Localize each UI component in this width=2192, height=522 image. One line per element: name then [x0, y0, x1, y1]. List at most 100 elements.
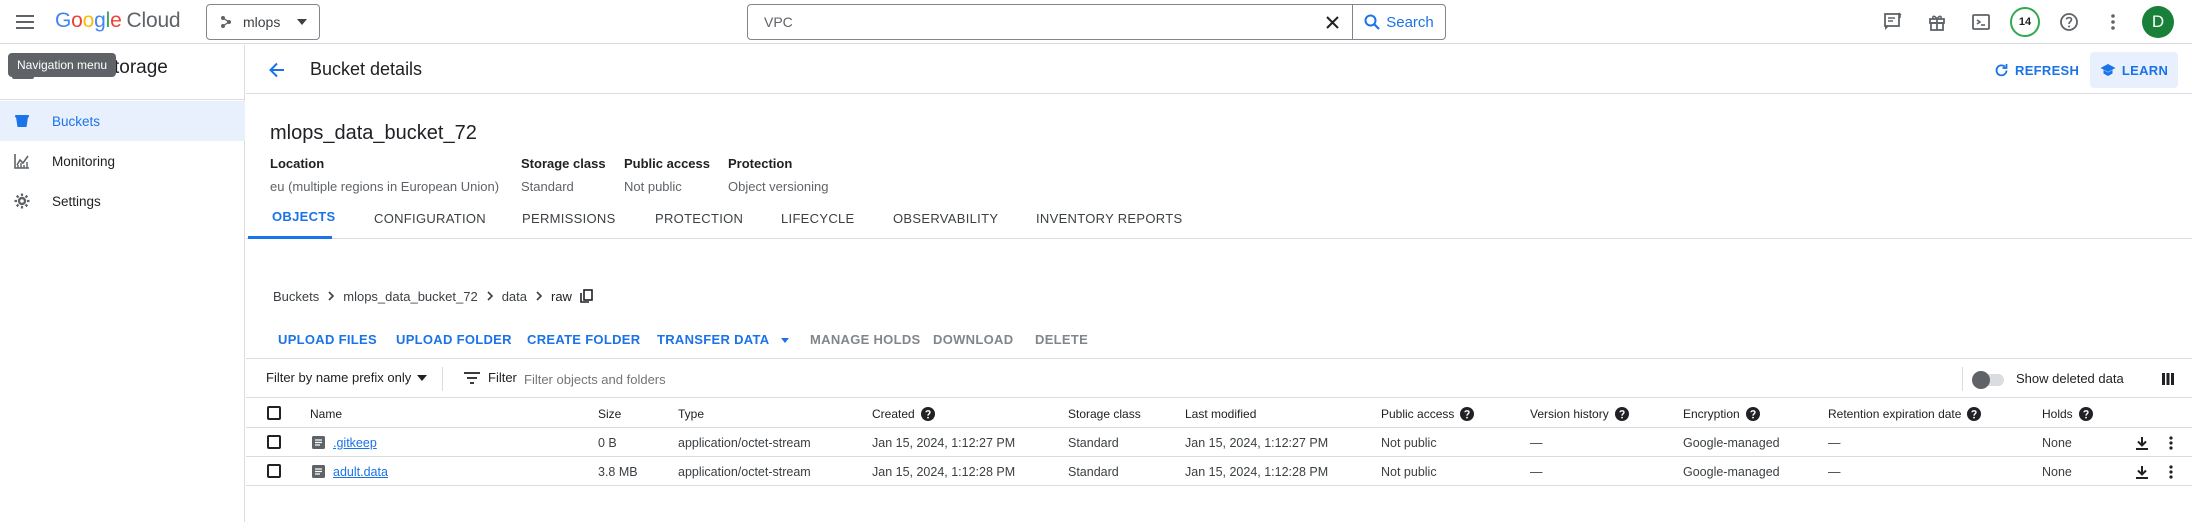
location-value: eu (multiple regions in European Union)	[270, 179, 500, 194]
help-icon[interactable]	[920, 406, 935, 421]
column-header-name[interactable]: Name	[310, 399, 342, 428]
back-arrow-icon[interactable]	[264, 57, 290, 83]
download-icon[interactable]	[2133, 434, 2151, 452]
tab-permissions[interactable]: PERMISSIONS	[522, 197, 616, 239]
more-vert-icon[interactable]	[2162, 434, 2180, 452]
cloud-shell-icon[interactable]	[1966, 7, 1996, 37]
breadcrumb-data[interactable]: data	[502, 289, 527, 304]
clear-search-icon[interactable]	[1312, 5, 1352, 39]
more-vert-icon[interactable]	[2098, 7, 2128, 37]
object-last-modified: Jan 15, 2024, 1:12:28 PM	[1185, 464, 1329, 479]
table-header: Name Size Type Created Storage class Las…	[246, 399, 2192, 428]
gift-icon[interactable]	[1922, 7, 1952, 37]
select-all-checkbox[interactable]	[267, 406, 281, 420]
column-header-holds[interactable]: Holds	[2042, 399, 2093, 428]
feedback-icon[interactable]	[1878, 7, 1908, 37]
search-input[interactable]	[748, 5, 1312, 39]
download-button[interactable]: DOWNLOAD	[933, 332, 1013, 347]
hamburger-menu-icon[interactable]	[12, 9, 38, 35]
show-deleted-toggle[interactable]	[1972, 371, 2006, 389]
logo-letter: o	[82, 9, 95, 32]
object-public-access: Not public	[1381, 435, 1437, 450]
protection-label: Protection	[728, 156, 793, 171]
tab-observability[interactable]: OBSERVABILITY	[893, 197, 998, 239]
prefix-filter-select[interactable]: Filter by name prefix only	[266, 370, 428, 385]
column-header-encryption[interactable]: Encryption	[1683, 399, 1760, 428]
chevron-down-icon	[780, 338, 789, 344]
row-checkbox[interactable]	[267, 464, 281, 478]
divider	[1962, 367, 1963, 391]
navigation-menu-tooltip: Navigation menu	[8, 53, 117, 77]
tab-objects[interactable]: OBJECTS	[248, 197, 335, 239]
column-header-type[interactable]: Type	[678, 399, 704, 428]
project-picker[interactable]: mlops	[206, 4, 320, 40]
avatar[interactable]: D	[2142, 6, 2174, 38]
logo-letter: o	[71, 9, 83, 32]
column-header-size[interactable]: Size	[598, 399, 621, 428]
more-vert-icon[interactable]	[2162, 463, 2180, 481]
sidebar-item-settings[interactable]: Settings	[0, 181, 245, 221]
object-name-link[interactable]: .gitkeep	[333, 428, 377, 457]
tab-protection[interactable]: PROTECTION	[655, 197, 743, 239]
help-icon[interactable]	[1614, 406, 1629, 421]
upload-folder-button[interactable]: UPLOAD FOLDER	[396, 332, 512, 347]
learn-label: LEARN	[2121, 62, 2169, 78]
column-header-retention[interactable]: Retention expiration date	[1828, 399, 1982, 428]
breadcrumb-buckets[interactable]: Buckets	[273, 289, 319, 304]
chevron-right-icon	[486, 291, 494, 301]
object-size: 3.8 MB	[598, 464, 638, 479]
transfer-data-button[interactable]: TRANSFER DATA	[657, 332, 789, 347]
chevron-right-icon	[535, 291, 543, 301]
help-icon[interactable]	[1967, 406, 1982, 421]
divider	[442, 367, 443, 391]
logo-letter: G	[55, 9, 72, 32]
tab-configuration[interactable]: CONFIGURATION	[374, 197, 486, 239]
help-icon[interactable]	[2054, 7, 2084, 37]
delete-button[interactable]: DELETE	[1035, 332, 1088, 347]
page-title: Bucket details	[310, 59, 423, 79]
manage-holds-button[interactable]: MANAGE HOLDS	[810, 332, 921, 347]
filter-input[interactable]	[524, 365, 1024, 393]
refresh-label: REFRESH	[2015, 62, 2080, 78]
object-retention: —	[1828, 464, 1841, 479]
column-header-created[interactable]: Created	[872, 399, 935, 428]
tab-inventory-reports[interactable]: INVENTORY REPORTS	[1036, 197, 1182, 239]
copy-icon[interactable]	[580, 289, 593, 303]
refresh-button[interactable]: REFRESH	[1994, 57, 2079, 83]
object-public-access: Not public	[1381, 464, 1437, 479]
chevron-down-icon	[297, 19, 307, 25]
toggle-knob	[1972, 371, 1990, 389]
search-button[interactable]: Search	[1352, 5, 1445, 39]
object-holds: None	[2042, 464, 2072, 479]
tab-lifecycle[interactable]: LIFECYCLE	[781, 197, 855, 239]
object-type: application/octet-stream	[678, 435, 811, 450]
help-icon[interactable]	[1460, 406, 1475, 421]
object-name-link[interactable]: adult.data	[333, 457, 388, 486]
object-created: Jan 15, 2024, 1:12:27 PM	[872, 435, 1016, 450]
google-cloud-logo[interactable]: Google Cloud	[55, 9, 181, 33]
learn-button[interactable]: LEARN	[2090, 52, 2178, 88]
chevron-down-icon	[417, 374, 428, 381]
gear-icon	[14, 193, 30, 209]
logo-letter: g	[94, 9, 106, 32]
help-icon[interactable]	[2078, 406, 2093, 421]
column-display-icon[interactable]	[2158, 369, 2178, 389]
sidebar-item-buckets[interactable]: Buckets	[0, 101, 245, 141]
sidebar-divider	[0, 99, 245, 100]
sidebar-item-monitoring[interactable]: Monitoring	[0, 141, 245, 181]
column-header-storage-class[interactable]: Storage class	[1068, 399, 1141, 428]
row-checkbox[interactable]	[267, 435, 281, 449]
column-header-last-modified[interactable]: Last modified	[1185, 399, 1256, 428]
top-bar: GoogleCloud mlops Search 14	[0, 0, 2192, 44]
column-header-label: Version history	[1530, 406, 1609, 421]
help-icon[interactable]	[1745, 406, 1760, 421]
breadcrumb-bucket[interactable]: mlops_data_bucket_72	[343, 289, 477, 304]
column-header-version-history[interactable]: Version history	[1530, 399, 1629, 428]
notifications-badge[interactable]: 14	[2010, 7, 2040, 37]
column-header-public-access[interactable]: Public access	[1381, 399, 1475, 428]
breadcrumb-raw: raw	[551, 288, 572, 304]
bucket-icon	[14, 113, 30, 129]
create-folder-button[interactable]: CREATE FOLDER	[527, 332, 640, 347]
download-icon[interactable]	[2133, 463, 2151, 481]
upload-files-button[interactable]: UPLOAD FILES	[278, 332, 377, 347]
